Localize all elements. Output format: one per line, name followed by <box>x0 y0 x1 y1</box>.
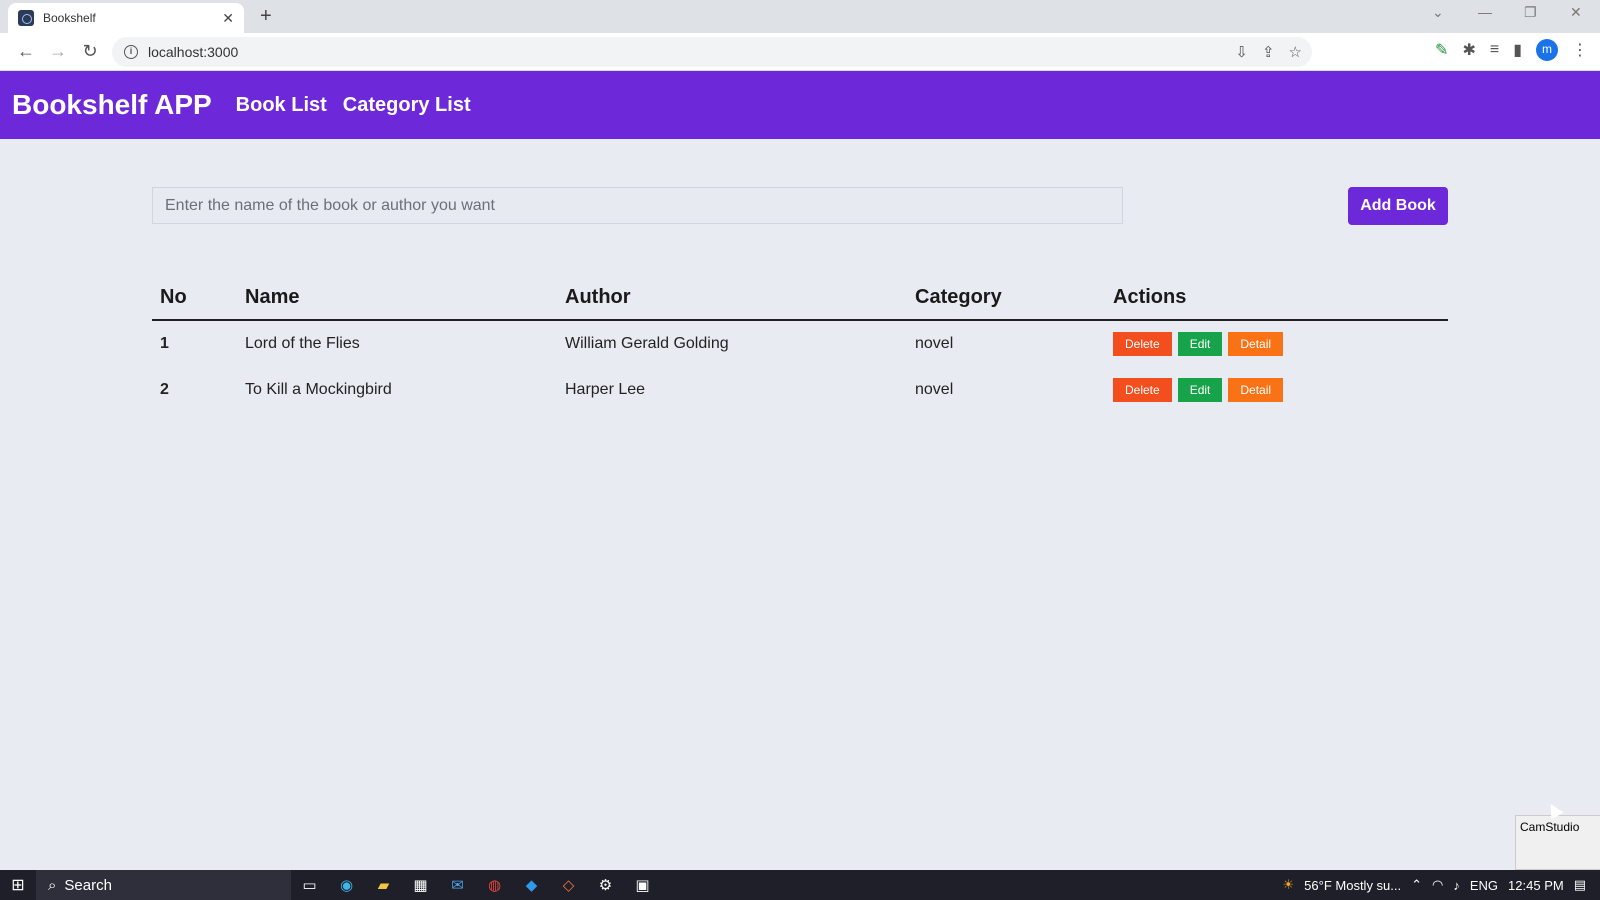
network-icon[interactable]: ◠ <box>1432 877 1443 893</box>
row-number: 1 <box>160 335 169 352</box>
browser-tab-strip: Bookshelf ✕ + ⌄ — ❐ ✕ <box>0 0 1600 33</box>
add-book-button[interactable]: Add Book <box>1348 187 1448 225</box>
book-name: Lord of the Flies <box>245 335 360 352</box>
detail-button[interactable]: Detail <box>1228 378 1284 402</box>
react-favicon-icon <box>18 10 34 26</box>
browser-toolbar: ← → ↻ i localhost:3000 ⇩ ⇪ ☆ ✎ ✱ ≡ ▮ m ⋮ <box>0 33 1600 71</box>
profile-avatar[interactable]: m <box>1536 39 1558 61</box>
weather-icon: ☀ <box>1282 877 1295 892</box>
address-bar[interactable]: i localhost:3000 ⇩ ⇪ ☆ <box>112 36 1312 67</box>
app-navbar: Bookshelf APP Book List Category List <box>0 71 1600 139</box>
windows-taskbar: ⊞ ⌕ Search ▭ ◉ ▰ ▦ ✉ ◍ ◆ ◇ ⚙ ▣ ☀ 56°F Mo… <box>0 870 1600 900</box>
file-explorer-icon[interactable]: ▰ <box>365 876 402 894</box>
close-window-button[interactable]: ✕ <box>1570 4 1582 21</box>
install-icon[interactable]: ⇩ <box>1235 43 1248 61</box>
taskbar-search[interactable]: ⌕ Search <box>36 870 291 900</box>
book-author: William Gerald Golding <box>565 335 729 352</box>
camstudio-label: CamStudio <box>1520 820 1580 834</box>
mail-icon[interactable]: ✉ <box>439 876 476 894</box>
header-name: Name <box>237 278 557 321</box>
windows-start-icon[interactable]: ⊞ <box>0 875 36 895</box>
tray-chevron-icon[interactable]: ⌃ <box>1411 877 1422 893</box>
edge-icon[interactable]: ◉ <box>328 876 365 894</box>
search-icon: ⌕ <box>48 876 57 894</box>
task-view-icon[interactable]: ▭ <box>291 876 328 894</box>
book-category: novel <box>915 335 954 352</box>
brand-title[interactable]: Bookshelf APP <box>12 89 212 121</box>
side-panel-icon[interactable]: ▮ <box>1513 40 1522 60</box>
header-category: Category <box>907 278 1105 321</box>
minimize-button[interactable]: — <box>1478 4 1492 20</box>
vscode-icon[interactable]: ◆ <box>513 876 550 894</box>
row-number: 2 <box>160 381 169 398</box>
reload-icon[interactable]: ↻ <box>74 41 106 62</box>
book-search-input[interactable] <box>152 187 1123 224</box>
chrome-icon[interactable]: ◍ <box>476 876 513 894</box>
weather-text[interactable]: 56°F Mostly su... <box>1304 878 1401 893</box>
share-icon[interactable]: ⇪ <box>1262 43 1275 61</box>
table-row: 2 To Kill a Mockingbird Harper Lee novel… <box>152 367 1448 413</box>
clock[interactable]: 12:45 PM <box>1508 878 1564 893</box>
header-no: No <box>152 278 237 321</box>
extensions-puzzle-icon[interactable]: ✱ <box>1462 40 1475 60</box>
forward-arrow-icon[interactable]: → <box>42 41 74 62</box>
new-tab-button[interactable]: + <box>260 5 272 28</box>
detail-button[interactable]: Detail <box>1228 332 1284 356</box>
git-icon[interactable]: ◇ <box>550 876 587 894</box>
edit-button[interactable]: Edit <box>1177 332 1223 356</box>
row-actions: Delete Edit Detail <box>1105 320 1448 367</box>
camstudio-widget[interactable]: CamStudio <box>1515 815 1600 870</box>
store-icon[interactable]: ▦ <box>402 876 439 894</box>
edit-button[interactable]: Edit <box>1177 378 1223 402</box>
more-menu-icon[interactable]: ⋮ <box>1572 40 1588 60</box>
table-header-row: No Name Author Category Actions <box>152 278 1448 321</box>
notifications-icon[interactable]: ▤ <box>1574 877 1586 893</box>
tab-search-icon[interactable]: ⌄ <box>1432 4 1444 21</box>
book-name: To Kill a Mockingbird <box>245 381 392 398</box>
volume-icon[interactable]: ♪ <box>1453 878 1460 893</box>
taskbar-search-label: Search <box>64 876 112 894</box>
settings-gear-icon[interactable]: ⚙ <box>587 876 624 894</box>
table-row: 1 Lord of the Flies William Gerald Goldi… <box>152 320 1448 367</box>
url-text: localhost:3000 <box>148 43 239 60</box>
close-tab-icon[interactable]: ✕ <box>222 10 234 27</box>
header-actions: Actions <box>1105 278 1448 321</box>
language-indicator[interactable]: ENG <box>1470 878 1498 893</box>
bookmark-star-icon[interactable]: ☆ <box>1289 43 1302 61</box>
delete-button[interactable]: Delete <box>1113 332 1172 356</box>
site-info-icon[interactable]: i <box>124 44 138 59</box>
book-author: Harper Lee <box>565 381 646 398</box>
delete-button[interactable]: Delete <box>1113 378 1172 402</box>
reading-list-icon[interactable]: ≡ <box>1490 41 1499 59</box>
extension-pen-icon[interactable]: ✎ <box>1435 40 1448 60</box>
back-arrow-icon[interactable]: ← <box>10 41 42 62</box>
browser-tab[interactable]: Bookshelf ✕ <box>8 3 244 33</box>
restore-button[interactable]: ❐ <box>1524 4 1537 21</box>
tab-title: Bookshelf <box>43 11 96 25</box>
book-table: No Name Author Category Actions 1 Lord o… <box>152 278 1448 413</box>
header-author: Author <box>557 278 907 321</box>
nav-link-book-list[interactable]: Book List <box>236 94 327 117</box>
nav-link-category-list[interactable]: Category List <box>343 94 471 117</box>
system-tray: ☀ 56°F Mostly su... ⌃ ◠ ♪ ENG 12:45 PM ▤ <box>1283 870 1600 900</box>
book-category: novel <box>915 381 954 398</box>
row-actions: Delete Edit Detail <box>1105 367 1448 413</box>
camstudio-taskbar-icon[interactable]: ▣ <box>624 876 661 894</box>
